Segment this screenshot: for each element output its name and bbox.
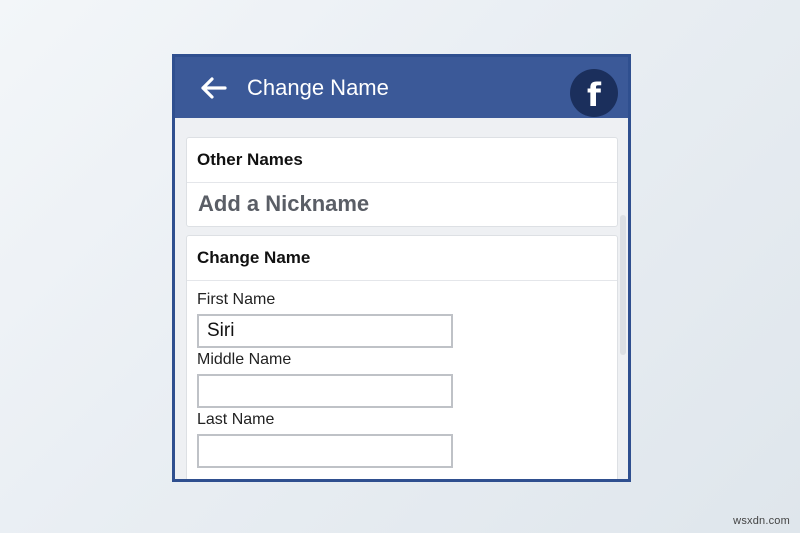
scrollbar[interactable] [620,215,626,355]
change-name-card: Change Name First Name Middle Name Last … [186,235,618,479]
facebook-logo: f [570,69,618,117]
other-names-card: Other Names Add a Nickname [186,137,618,227]
last-name-field[interactable] [197,434,453,468]
first-name-field[interactable] [197,314,453,348]
middle-name-label: Middle Name [197,351,292,368]
watermark-text: wsxdn.com [733,515,790,527]
top-app-bar: Change Name f [175,57,628,118]
back-button[interactable] [197,71,231,105]
change-name-heading: Change Name [187,236,617,281]
middle-name-field[interactable] [197,374,453,408]
last-name-label: Last Name [197,411,275,428]
page-title: Change Name [247,74,389,100]
arrow-left-icon [201,76,227,99]
phone-screen: Change Name f Other Names Add a Nickname… [172,54,631,482]
add-nickname-link[interactable]: Add a Nickname [187,183,617,225]
first-name-label: First Name [197,291,276,308]
other-names-heading: Other Names [187,138,617,183]
